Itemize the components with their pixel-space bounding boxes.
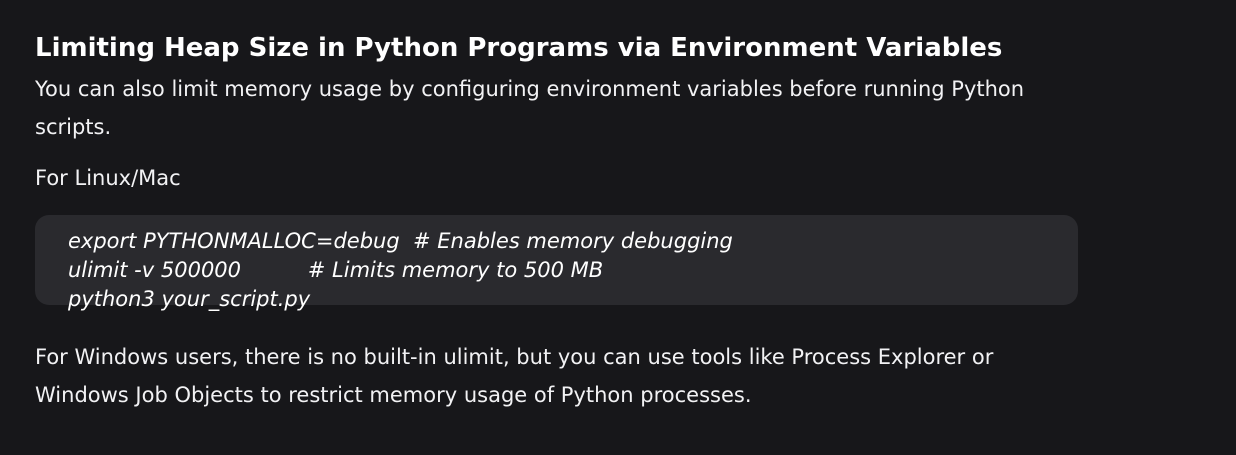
section-heading: Limiting Heap Size in Python Programs vi… <box>35 33 1003 63</box>
article-section: Limiting Heap Size in Python Programs vi… <box>35 26 1078 414</box>
code-line: python3 your_script.py <box>68 287 311 311</box>
intro-paragraph: You can also limit memory usage by confi… <box>35 77 1025 139</box>
windows-paragraph: For Windows users, there is no built-in … <box>35 345 994 407</box>
code-block[interactable]: export PYTHONMALLOC=debug # Enables memo… <box>35 215 1078 311</box>
code-line: ulimit -v 500000 # Limits memory to 500 … <box>68 258 604 282</box>
platform-label: For Linux/Mac <box>35 166 181 190</box>
code-line: export PYTHONMALLOC=debug # Enables memo… <box>68 229 733 253</box>
